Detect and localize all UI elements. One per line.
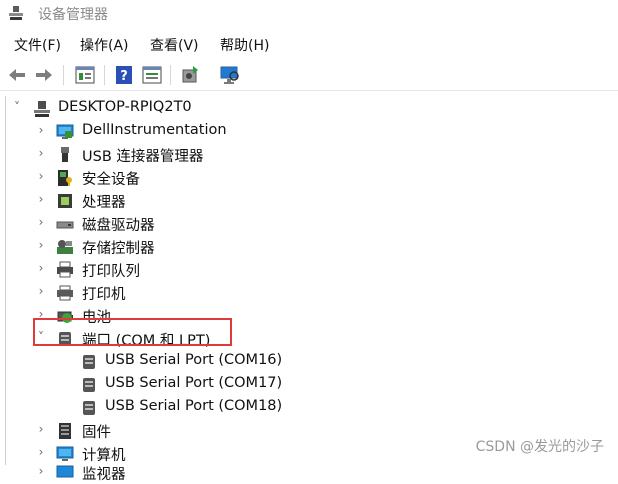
highlight-box [33,318,232,346]
tree-root[interactable]: ˅ DESKTOP-RPIQ2T0 [6,98,606,120]
printer-icon [57,285,73,301]
tree-item[interactable]: › 安全设备 [6,167,606,189]
tree-item[interactable]: › 监视器 [6,462,606,484]
chevron-right-icon[interactable]: › [36,123,46,137]
toolbar-separator [170,65,171,85]
tree-subitem-label: USB Serial Port (COM18) [105,398,283,414]
toolbar-separator [63,65,64,85]
root-label: DESKTOP-RPIQ2T0 [58,99,192,115]
disk-drive-icon [56,221,74,229]
computer-root-icon [34,101,50,117]
tree-subitem[interactable]: USB Serial Port (COM17) [6,374,606,396]
chevron-right-icon[interactable]: › [36,146,46,160]
console-tree-icon[interactable] [141,64,163,86]
dell-instrumentation-icon [56,124,74,139]
tree-item[interactable]: › DellInstrumentation [6,121,606,143]
chevron-right-icon[interactable]: › [36,261,46,275]
device-manager-app-icon [9,6,23,20]
usb-connector-icon [61,147,69,162]
chevron-right-icon[interactable]: › [36,422,46,436]
update-driver-icon[interactable] [179,64,201,86]
watermark: CSDN @发光的沙子 [475,439,604,455]
tree-item-label: 处理器 [82,195,126,211]
menu-view[interactable]: 查看(V) [150,35,199,55]
chevron-down-icon[interactable]: ˅ [12,100,22,114]
chevron-right-icon[interactable]: › [36,215,46,229]
properties-icon[interactable] [74,64,96,86]
print-queue-icon [57,261,73,278]
tree-item-label: 打印队列 [82,264,140,280]
menu-help[interactable]: 帮助(H) [220,35,269,55]
chevron-right-icon[interactable]: › [36,169,46,183]
toolbar: ? [0,60,618,91]
serial-port-icon [83,355,95,369]
firmware-icon [59,423,71,439]
scan-hardware-icon[interactable] [219,64,241,86]
tree-item-label: USB 连接器管理器 [82,149,204,165]
chevron-right-icon[interactable]: › [36,192,46,206]
chevron-right-icon[interactable]: › [36,464,46,478]
title-bar: 设备管理器 [0,0,618,28]
tree-subitem[interactable]: USB Serial Port (COM16) [6,351,606,373]
security-device-icon [58,170,72,186]
serial-port-icon [83,401,95,415]
serial-port-icon [83,378,95,392]
tree-item[interactable]: › 打印队列 [6,259,606,281]
forward-icon[interactable] [33,64,55,86]
tree-item-label: 打印机 [82,287,126,303]
help-icon[interactable]: ? [113,64,135,86]
chevron-right-icon[interactable]: › [36,238,46,252]
menu-action[interactable]: 操作(A) [80,35,129,55]
computer-icon [56,446,74,461]
svg-text:?: ? [120,69,128,84]
tree-item-label: 固件 [82,425,111,441]
toolbar-separator [104,65,105,85]
chevron-right-icon[interactable]: › [36,445,46,459]
storage-controller-icon [57,240,73,254]
monitor-icon [56,465,74,478]
back-icon[interactable] [6,64,28,86]
tree-item-label: 监视器 [82,467,126,483]
tree-subitem[interactable]: USB Serial Port (COM18) [6,397,606,419]
menu-file[interactable]: 文件(F) [14,35,61,55]
tree-item[interactable]: › 存储控制器 [6,236,606,258]
device-tree: ˅ DESKTOP-RPIQ2T0 › DellInstrumentation … [5,96,618,483]
tree-item-label: 磁盘驱动器 [82,218,155,234]
tree-subitem-label: USB Serial Port (COM16) [105,352,283,368]
tree-item-label: 存储控制器 [82,241,155,257]
tree-item[interactable]: › 磁盘驱动器 [6,213,606,235]
chevron-right-icon[interactable]: › [36,284,46,298]
tree-item[interactable]: › USB 连接器管理器 [6,144,606,166]
menu-bar: 文件(F) 操作(A) 查看(V) 帮助(H) [0,32,618,56]
tree-item[interactable]: › 打印机 [6,282,606,304]
tree-subitem-label: USB Serial Port (COM17) [105,375,283,391]
tree-item[interactable]: › 处理器 [6,190,606,212]
processor-icon [58,194,72,208]
tree-item-label: 安全设备 [82,172,140,188]
tree-item-label: DellInstrumentation [82,122,227,138]
window-title: 设备管理器 [38,7,108,23]
